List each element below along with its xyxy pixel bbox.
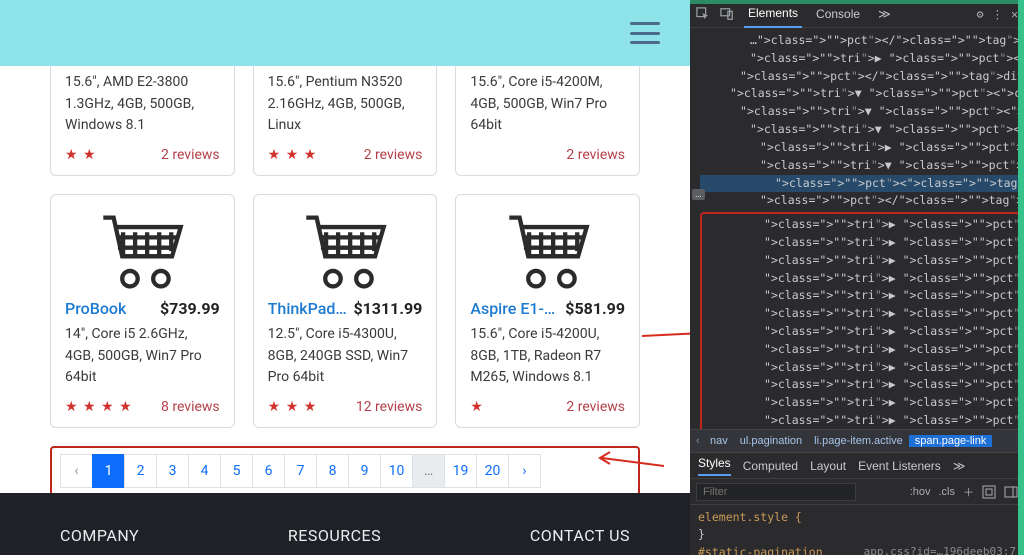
page-item[interactable]: 4 bbox=[188, 454, 221, 488]
crumb-selected[interactable]: span.page-link bbox=[909, 435, 993, 447]
footer-col[interactable]: COMPANY bbox=[60, 526, 139, 545]
tab-console[interactable]: Console bbox=[812, 1, 864, 27]
tab-elements[interactable]: Elements bbox=[744, 0, 802, 28]
product-card[interactable]: ThinkPad X240 $1311.99 12.5", Core i5-43… bbox=[253, 194, 438, 428]
page-item[interactable]: 6 bbox=[252, 454, 285, 488]
annotation-arrow bbox=[594, 448, 664, 468]
tab-styles[interactable]: Styles bbox=[698, 456, 731, 476]
product-title[interactable]: ProBook bbox=[65, 299, 126, 318]
product-title[interactable]: Aspire E1-572G bbox=[470, 299, 559, 318]
reviews-count[interactable]: 2 reviews bbox=[566, 147, 625, 163]
page-item[interactable]: 3 bbox=[156, 454, 189, 488]
reviews-count[interactable]: 2 reviews bbox=[161, 147, 220, 163]
product-title[interactable]: ThinkPad X240 bbox=[268, 299, 348, 318]
devtools-tabs: Elements Console ≫ ⚙ ⋮ ✕ bbox=[690, 0, 1024, 28]
cart-icon bbox=[65, 207, 220, 299]
product-price: $1311.99 bbox=[353, 299, 422, 318]
collapsed-indicator: … bbox=[692, 189, 705, 200]
kebab-icon[interactable]: ⋮ bbox=[992, 7, 1004, 21]
product-specs: 15.6", AMD E2-3800 1.3GHz, 4GB, 500GB, W… bbox=[65, 72, 220, 137]
star-rating: ★ bbox=[470, 399, 484, 415]
hov-toggle[interactable]: :hov bbox=[910, 486, 931, 498]
window-edge bbox=[1018, 0, 1024, 555]
pagination: ‹12345678910…1920› bbox=[60, 454, 630, 488]
page-item[interactable]: 9 bbox=[348, 454, 381, 488]
computed-icon[interactable] bbox=[982, 485, 996, 499]
styles-filter-input[interactable] bbox=[696, 483, 856, 501]
cart-icon bbox=[268, 207, 423, 299]
close-icon[interactable]: ✕ bbox=[1011, 7, 1018, 21]
cls-toggle[interactable]: .cls bbox=[939, 486, 956, 498]
product-row: ProBook $739.99 14", Core i5 2.6GHz, 4GB… bbox=[50, 194, 640, 428]
product-card[interactable]: 15.6", Pentium N3520 2.16GHz, 4GB, 500GB… bbox=[253, 66, 438, 176]
tab-layout[interactable]: Layout bbox=[810, 459, 846, 473]
crumb[interactable]: nav bbox=[704, 435, 734, 447]
style-rule: element.style { bbox=[698, 510, 802, 524]
cart-icon bbox=[470, 207, 625, 299]
page-item[interactable]: › bbox=[508, 454, 541, 488]
page-item[interactable]: 2 bbox=[124, 454, 157, 488]
reviews-count[interactable]: 12 reviews bbox=[356, 399, 423, 415]
product-specs: 12.5", Core i5-4300U, 8GB, 240GB SSD, Wi… bbox=[268, 324, 423, 389]
caret-left-icon[interactable]: ‹ bbox=[690, 435, 704, 447]
tab-event-listeners[interactable]: Event Listeners bbox=[858, 459, 941, 473]
page-item[interactable]: 19 bbox=[444, 454, 477, 488]
product-price: $739.99 bbox=[160, 299, 220, 318]
menu-toggle-button[interactable] bbox=[630, 22, 660, 44]
gear-icon[interactable]: ⚙ bbox=[977, 7, 984, 21]
page-item[interactable]: 7 bbox=[284, 454, 317, 488]
footer-col[interactable]: RESOURCES bbox=[288, 526, 381, 545]
star-rating: ★ ★ ★ ★ bbox=[65, 399, 133, 415]
styles-tabs: Styles Computed Layout Event Listeners ≫ bbox=[690, 453, 1024, 479]
device-toggle-icon[interactable] bbox=[720, 7, 734, 21]
product-specs: 14", Core i5 2.6GHz, 4GB, 500GB, Win7 Pr… bbox=[65, 324, 220, 389]
app-panel: 15.6", AMD E2-3800 1.3GHz, 4GB, 500GB, W… bbox=[0, 0, 690, 555]
product-specs: 15.6", Core i5-4200M, 4GB, 500GB, Win7 P… bbox=[470, 72, 625, 137]
reviews-count[interactable]: 2 reviews bbox=[566, 399, 625, 415]
reviews-count[interactable]: 8 reviews bbox=[161, 399, 220, 415]
styles-body[interactable]: element.style { } app.css?id=…196deeb03:… bbox=[690, 505, 1024, 555]
crumb[interactable]: ul.pagination bbox=[734, 435, 808, 447]
product-card[interactable]: 15.6", Core i5-4200M, 4GB, 500GB, Win7 P… bbox=[455, 66, 640, 176]
tabs-more[interactable]: ≫ bbox=[874, 1, 895, 27]
style-source[interactable]: app.css?id=…196deeb03:7 bbox=[864, 544, 1016, 555]
page-item[interactable]: 10 bbox=[380, 454, 413, 488]
product-price: $581.99 bbox=[565, 299, 625, 318]
product-row-top: 15.6", AMD E2-3800 1.3GHz, 4GB, 500GB, W… bbox=[50, 66, 640, 176]
panel-icon[interactable] bbox=[1004, 485, 1018, 499]
styles-filter-row: :hov .cls ＋ bbox=[690, 479, 1024, 505]
dom-breadcrumb[interactable]: ‹ nav ul.pagination li.page-item.active … bbox=[690, 429, 1024, 453]
page-item[interactable]: 20 bbox=[476, 454, 509, 488]
page-item[interactable]: 8 bbox=[316, 454, 349, 488]
star-rating: ★ ★ bbox=[65, 147, 97, 163]
topbar bbox=[0, 0, 690, 66]
page-item[interactable]: 5 bbox=[220, 454, 253, 488]
page-item[interactable]: ‹ bbox=[60, 454, 93, 488]
devtools-panel: Elements Console ≫ ⚙ ⋮ ✕ …">class=">"">p… bbox=[690, 0, 1024, 555]
footer-col[interactable]: CONTACT US bbox=[530, 526, 630, 545]
reviews-count[interactable]: 2 reviews bbox=[364, 147, 423, 163]
page-item[interactable]: 1 bbox=[92, 454, 125, 488]
product-specs: 15.6", Core i5-4200U, 8GB, 1TB, Radeon R… bbox=[470, 324, 625, 389]
tabs-more[interactable]: ≫ bbox=[953, 459, 966, 473]
product-card[interactable]: ProBook $739.99 14", Core i5 2.6GHz, 4GB… bbox=[50, 194, 235, 428]
footer: COMPANY RESOURCES CONTACT US bbox=[0, 493, 690, 555]
inspect-icon[interactable] bbox=[696, 7, 710, 21]
pagination-highlight-box: ‹12345678910…1920› bbox=[50, 446, 640, 496]
tab-computed[interactable]: Computed bbox=[743, 459, 798, 473]
content: 15.6", AMD E2-3800 1.3GHz, 4GB, 500GB, W… bbox=[0, 66, 690, 428]
product-card[interactable]: 15.6", AMD E2-3800 1.3GHz, 4GB, 500GB, W… bbox=[50, 66, 235, 176]
star-rating: ★ ★ ★ bbox=[268, 147, 318, 163]
star-rating: ★ ★ ★ bbox=[268, 399, 318, 415]
window-edge bbox=[690, 0, 1018, 4]
page-item[interactable]: … bbox=[412, 454, 445, 488]
product-specs: 15.6", Pentium N3520 2.16GHz, 4GB, 500GB… bbox=[268, 72, 423, 137]
dom-tree[interactable]: …">class=">"">pct"></">class=">"">tag">d… bbox=[690, 28, 1024, 429]
product-card[interactable]: Aspire E1-572G $581.99 15.6", Core i5-42… bbox=[455, 194, 640, 428]
new-rule-icon[interactable]: ＋ bbox=[963, 484, 974, 500]
crumb[interactable]: li.page-item.active bbox=[808, 435, 909, 447]
